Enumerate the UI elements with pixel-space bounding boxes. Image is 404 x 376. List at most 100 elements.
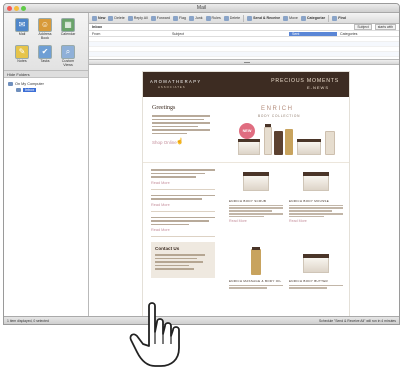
- read-more-link[interactable]: Read More: [289, 219, 343, 223]
- new-icon: [92, 15, 97, 21]
- send-receive-button[interactable]: Send & Receive: [247, 15, 280, 21]
- column-from[interactable]: From: [89, 32, 169, 36]
- brand-subtitle: ASSOCIATES: [158, 85, 186, 89]
- toolbar-label: Flag: [178, 16, 186, 20]
- reply-all-button[interactable]: Reply All: [127, 15, 148, 21]
- calendar-icon: ▦: [61, 18, 75, 32]
- toolbar-label: Rules: [211, 16, 221, 20]
- column-sent[interactable]: Sent: [289, 31, 337, 36]
- status-bar: 1 item displayed, 0 selected Schedule "S…: [4, 316, 399, 324]
- categorize-button[interactable]: Categorize: [300, 15, 326, 21]
- product-card: ENRICH BODY SCRUB Read More: [229, 167, 283, 223]
- newsletter-subtitle: E-NEWS: [307, 85, 329, 90]
- delete-button[interactable]: Delete: [108, 15, 125, 21]
- folder-icon: [16, 88, 21, 92]
- folder-label: Inbox: [23, 88, 37, 92]
- read-more-link[interactable]: Read More: [151, 203, 215, 207]
- custom-views-icon: ⌕: [61, 45, 75, 59]
- read-more-link[interactable]: Read More: [229, 219, 283, 223]
- view-switcher: ✉ Mail ☺ Address Book ▦ Calendar ✎ Notes ✔ Tasks ⌕…: [4, 13, 88, 71]
- delete-icon: [108, 15, 114, 21]
- folder-icon: [8, 82, 13, 86]
- address-book-icon: ☺: [38, 18, 52, 32]
- greeting-text: [152, 115, 210, 136]
- mail-window: Mail ✉ Mail ☺ Address Book ▦ Calendar ✎ Notes ✔ T…: [3, 3, 400, 325]
- reading-pane: AROMATHERAPY ASSOCIATES PRECIOUS MOMENTS…: [89, 65, 399, 317]
- toolbar-separator: [328, 14, 330, 22]
- tasks-icon: ✔: [38, 45, 52, 59]
- new-button[interactable]: New: [92, 15, 106, 21]
- contact-box: Contact Us: [151, 242, 215, 278]
- current-folder-label: Inbox: [92, 25, 103, 29]
- forward-button[interactable]: Forward: [150, 15, 170, 21]
- toolbar-label: Forward: [156, 16, 170, 20]
- pointer-hand-icon: ☝: [176, 139, 184, 145]
- nav-mail-button[interactable]: ✉ Mail: [12, 18, 32, 43]
- nav-notes-button[interactable]: ✎ Notes: [12, 45, 32, 70]
- nav-label: Notes: [17, 59, 27, 63]
- nav-address-book-button[interactable]: ☺ Address Book: [35, 18, 55, 43]
- read-more-link[interactable]: Read More: [151, 228, 215, 232]
- greeting-heading: Greetings: [152, 105, 176, 111]
- toolbar-label: Reply All: [133, 16, 148, 20]
- product-name: ENRICH BODY SCRUB: [229, 199, 267, 203]
- newsletter-header: AROMATHERAPY ASSOCIATES PRECIOUS MOMENTS…: [143, 72, 349, 97]
- title-bar[interactable]: Mail: [4, 4, 399, 13]
- folder-label: On My Computer: [15, 82, 44, 86]
- list-row[interactable]: [89, 52, 399, 57]
- product-card: ENRICH BODY MOUSSE Read More: [289, 167, 343, 223]
- filter-controls: Subject starts with: [354, 24, 396, 30]
- toolbar-label: Delete: [229, 16, 241, 20]
- delete2-icon: [223, 15, 229, 21]
- collection-title: ENRICH: [261, 106, 294, 112]
- product-image: [289, 167, 343, 197]
- toolbar-label: New: [98, 16, 106, 20]
- filter-field-select[interactable]: Subject: [354, 24, 372, 30]
- nav-label: Tasks: [40, 59, 50, 63]
- hero-section: Greetings Shop Online ☝ ENRICH BODY COLL…: [143, 97, 349, 163]
- toolbar-label: Find: [338, 16, 346, 20]
- product-image: [229, 247, 283, 277]
- toolbar-label: Junk: [194, 16, 203, 20]
- flag-icon: [172, 15, 178, 21]
- product-image: [229, 167, 283, 197]
- forward-icon: [150, 15, 156, 21]
- shop-online-link[interactable]: Shop Online: [152, 140, 177, 145]
- mail-icon: ✉: [15, 18, 29, 32]
- toolbar-label: Delete: [114, 16, 125, 20]
- nav-calendar-button[interactable]: ▦ Calendar: [58, 18, 78, 43]
- status-right: Schedule "Send & Receive All" will run i…: [318, 318, 396, 323]
- rules-button[interactable]: Rules: [205, 15, 221, 21]
- nav-custom-views-button[interactable]: ⌕ Custom Views: [58, 45, 78, 70]
- message-list: Inbox Subject starts with From Subject S…: [89, 24, 399, 60]
- nav-label: Mail: [18, 32, 26, 36]
- folder-item[interactable]: Inbox: [8, 87, 84, 93]
- toolbar: New Delete Reply All Forward Flag Junk Rules De…: [89, 13, 399, 24]
- product-name: ENRICH BODY MOUSSE: [289, 199, 330, 203]
- folder-tree: On My Computer Inbox: [4, 78, 88, 96]
- delete2-button[interactable]: Delete: [223, 15, 241, 21]
- article-block: Read More: [151, 169, 215, 190]
- notes-icon: ✎: [15, 45, 29, 59]
- find-button[interactable]: Find: [332, 15, 346, 21]
- left-column: Read More Read More Read More Contact Us: [151, 167, 215, 278]
- product-card: ENRICH BODY BUTTER: [289, 247, 343, 290]
- column-subject[interactable]: Subject: [169, 32, 289, 36]
- nav-label: Address Book: [38, 32, 52, 40]
- product-name: ENRICH BODY BUTTER: [289, 279, 329, 283]
- toolbar-label: Categorize: [306, 16, 326, 20]
- hide-folders-toggle[interactable]: Hide Folders: [4, 71, 88, 78]
- move-button[interactable]: Move: [283, 15, 298, 21]
- article-block: Read More: [151, 194, 215, 212]
- nav-tasks-button[interactable]: ✔ Tasks: [35, 45, 55, 70]
- collection-subtitle: BODY COLLECTION: [258, 114, 301, 118]
- junk-button[interactable]: Junk: [188, 15, 203, 21]
- flag-button[interactable]: Flag: [172, 15, 186, 21]
- reply-all-icon: [127, 15, 133, 21]
- column-categories[interactable]: Categories: [337, 32, 399, 36]
- toolbar-label: Move: [289, 16, 298, 20]
- contact-heading: Contact Us: [155, 246, 180, 251]
- list-header-bar: Inbox Subject starts with: [89, 24, 399, 31]
- filter-operator-select[interactable]: starts with: [374, 24, 396, 30]
- read-more-link[interactable]: Read More: [151, 181, 215, 185]
